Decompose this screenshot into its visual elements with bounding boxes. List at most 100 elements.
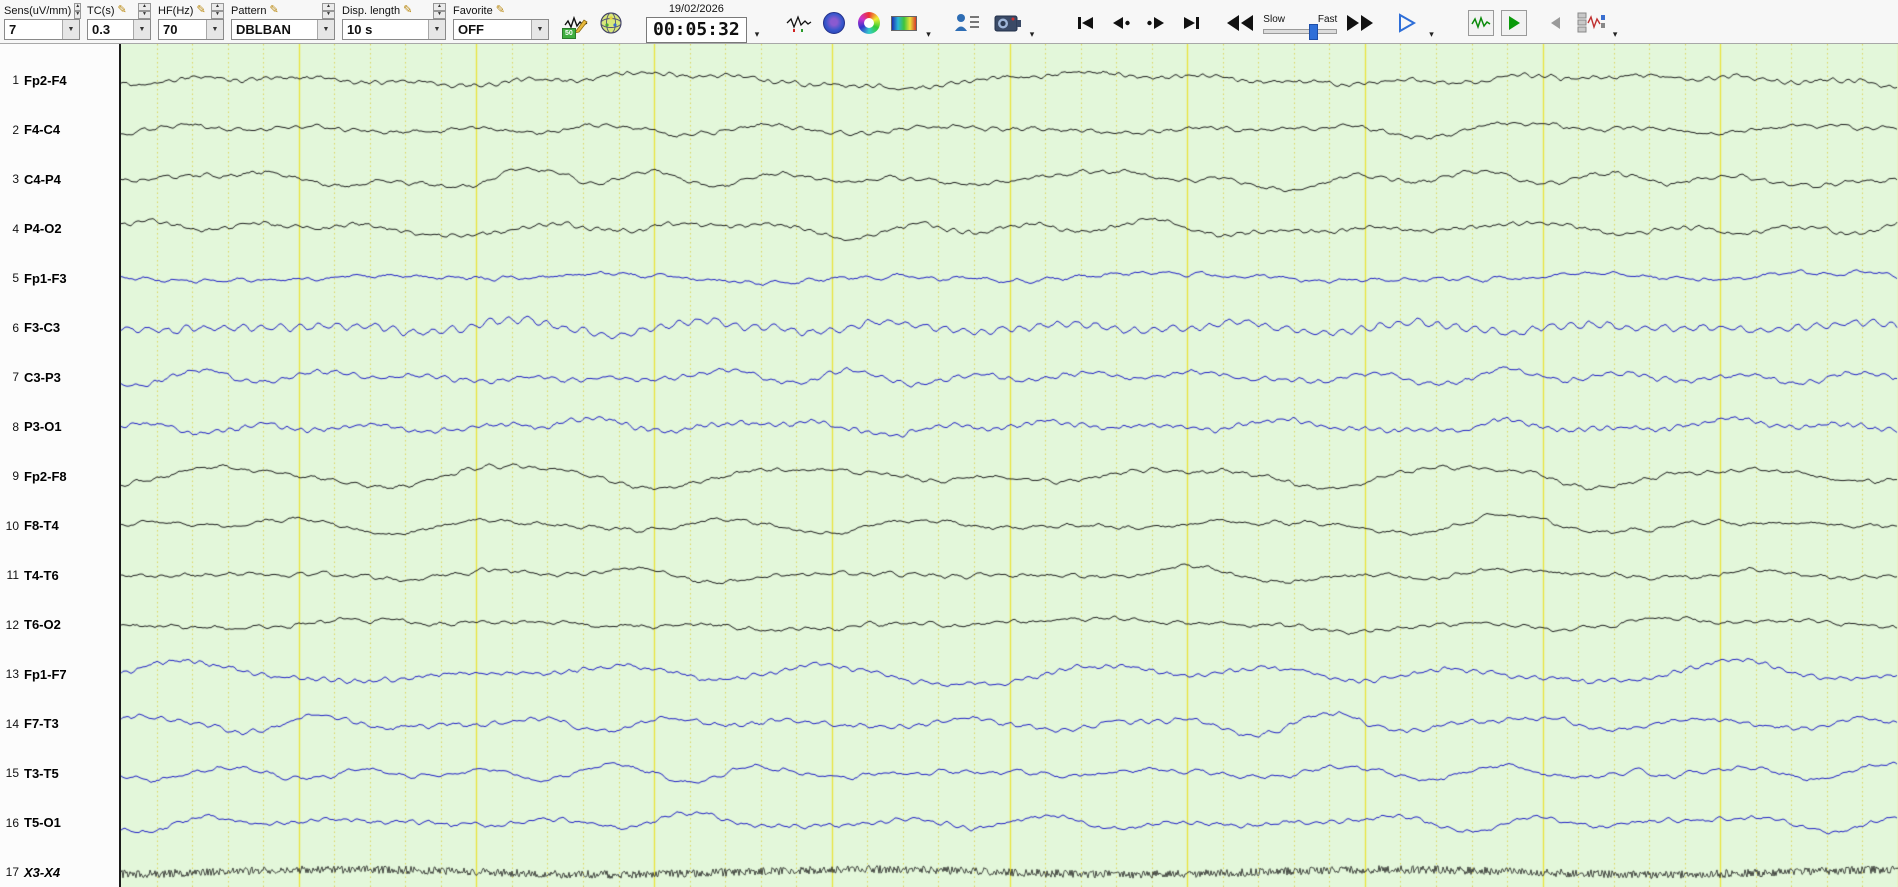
pattern-combobox[interactable]: DBLBAN ▼ bbox=[231, 19, 335, 40]
display-length-label: Disp. length bbox=[342, 4, 401, 17]
green-trace-button[interactable] bbox=[1467, 10, 1494, 36]
display-length-up-button[interactable]: ▲ bbox=[433, 2, 446, 11]
channel-row[interactable]: 12 T6-O2 bbox=[0, 617, 119, 633]
fast-label: Fast bbox=[1317, 14, 1338, 25]
edit-pencil-icon[interactable]: ✎ bbox=[496, 5, 505, 16]
channel-row[interactable]: 4 P4-O2 bbox=[0, 221, 119, 237]
channel-row[interactable]: 6 F3-C3 bbox=[0, 320, 119, 336]
edit-pencil-icon[interactable]: ✎ bbox=[196, 5, 205, 16]
favorite-combobox[interactable]: OFF ▼ bbox=[453, 19, 549, 40]
green-play-button[interactable] bbox=[1500, 10, 1527, 36]
sensitivity-combobox[interactable]: 7 ▼ bbox=[4, 19, 80, 40]
skip-to-end-button[interactable] bbox=[1177, 8, 1205, 38]
montage-caret[interactable]: ▾ bbox=[1613, 29, 1618, 43]
channel-row[interactable]: 2 F4-C4 bbox=[0, 122, 119, 138]
channel-row[interactable]: 1 Fp2-F4 bbox=[0, 72, 119, 88]
step-forward-button[interactable] bbox=[1142, 8, 1170, 38]
hf-spinner: ▲ ▼ bbox=[211, 2, 224, 19]
channel-row[interactable]: 11 T4-T6 bbox=[0, 567, 119, 583]
play-caret[interactable]: ▾ bbox=[1429, 29, 1434, 43]
channel-number: 9 bbox=[12, 469, 19, 483]
channel-row[interactable]: 13 Fp1-F7 bbox=[0, 666, 119, 682]
green-play-icon bbox=[1508, 16, 1520, 30]
channel-row[interactable]: 16 T5-O1 bbox=[0, 815, 119, 831]
montage-settings-icon bbox=[1577, 12, 1605, 33]
chevron-down-icon[interactable]: ▼ bbox=[531, 20, 548, 39]
brain-topography-button[interactable] bbox=[820, 8, 848, 38]
tc-up-button[interactable]: ▲ bbox=[138, 2, 151, 11]
rewind-button[interactable] bbox=[1226, 8, 1254, 38]
hf-up-button[interactable]: ▲ bbox=[211, 2, 224, 11]
hf-group: HF(Hz) ✎ ▲ ▼ 70 ▼ bbox=[158, 2, 224, 40]
tc-value: 0.3 bbox=[92, 22, 111, 37]
channel-label: F8-T4 bbox=[24, 518, 59, 533]
mini-eeg-button[interactable] bbox=[785, 8, 813, 38]
tc-down-button[interactable]: ▼ bbox=[138, 10, 151, 19]
channel-row[interactable]: 14 F7-T3 bbox=[0, 716, 119, 732]
fast-forward-button[interactable] bbox=[1346, 8, 1374, 38]
hf-combobox[interactable]: 70 ▼ bbox=[158, 19, 224, 40]
tc-combobox[interactable]: 0.3 ▼ bbox=[87, 19, 151, 40]
colormap-button[interactable] bbox=[890, 8, 918, 38]
chevron-down-icon[interactable]: ▼ bbox=[428, 20, 445, 39]
slow-label: Slow bbox=[1263, 14, 1285, 25]
video-camera-icon bbox=[994, 15, 1021, 32]
channel-label: P4-O2 bbox=[24, 221, 62, 236]
channel-row[interactable]: 15 T3-T5 bbox=[0, 765, 119, 781]
channel-number: 17 bbox=[5, 865, 19, 879]
color-wheel-button[interactable] bbox=[855, 8, 883, 38]
step-back-button[interactable] bbox=[1107, 8, 1135, 38]
step-back-icon bbox=[1113, 17, 1130, 29]
patient-info-button[interactable] bbox=[953, 8, 981, 38]
channel-number: 2 bbox=[12, 122, 19, 137]
channel-row[interactable]: 5 Fp1-F3 bbox=[0, 270, 119, 286]
montage-settings-button[interactable] bbox=[1577, 8, 1605, 38]
play-button[interactable] bbox=[1393, 8, 1421, 38]
video-caret[interactable]: ▾ bbox=[1030, 29, 1035, 43]
chevron-down-icon[interactable]: ▼ bbox=[206, 20, 223, 39]
favorite-value: OFF bbox=[458, 22, 484, 37]
sensitivity-value: 7 bbox=[9, 22, 17, 37]
green-trace-icon bbox=[1471, 15, 1491, 30]
fast-forward-icon bbox=[1347, 15, 1374, 31]
pattern-up-button[interactable]: ▲ bbox=[322, 2, 335, 11]
trace-area[interactable] bbox=[121, 44, 1898, 887]
electrode-map-button[interactable] bbox=[597, 8, 625, 38]
display-length-combobox[interactable]: 10 s ▼ bbox=[342, 19, 446, 40]
pattern-down-button[interactable]: ▼ bbox=[322, 10, 335, 19]
wave-edit-button[interactable]: 50 bbox=[562, 8, 590, 39]
channel-row[interactable]: 9 Fp2-F8 bbox=[0, 468, 119, 484]
chevron-down-icon[interactable]: ▼ bbox=[317, 20, 334, 39]
sensitivity-down-button[interactable]: ▼ bbox=[74, 10, 82, 19]
channel-row[interactable]: 10 F8-T4 bbox=[0, 518, 119, 534]
edit-pencil-icon[interactable]: ✎ bbox=[118, 5, 127, 16]
skip-to-start-button[interactable] bbox=[1072, 8, 1100, 38]
sensitivity-label: Sens(uV/mm) bbox=[4, 4, 72, 17]
edit-pencil-icon[interactable]: ✎ bbox=[269, 5, 278, 16]
speed-slider[interactable] bbox=[1263, 24, 1338, 40]
channel-row[interactable]: 8 P3-O1 bbox=[0, 419, 119, 435]
channel-number: 12 bbox=[5, 617, 19, 632]
chevron-down-icon[interactable]: ▼ bbox=[133, 20, 150, 39]
speed-slider-thumb[interactable] bbox=[1308, 24, 1318, 40]
chevron-down-icon[interactable]: ▼ bbox=[62, 20, 79, 39]
channel-row[interactable]: 3 C4-P4 bbox=[0, 171, 119, 187]
back-page-button[interactable] bbox=[1542, 8, 1570, 38]
pattern-label: Pattern bbox=[231, 4, 267, 17]
play-outline-icon bbox=[1399, 13, 1417, 33]
time-menu-caret[interactable]: ▾ bbox=[755, 29, 760, 43]
channel-row[interactable]: 17 X3-X4 bbox=[0, 864, 119, 880]
edit-pencil-icon[interactable]: ✎ bbox=[403, 5, 412, 16]
channel-label: Fp1-F3 bbox=[24, 270, 67, 286]
channel-number: 6 bbox=[12, 320, 19, 335]
sensitivity-up-button[interactable]: ▲ bbox=[74, 2, 82, 11]
video-button[interactable] bbox=[994, 8, 1022, 38]
hf-down-button[interactable]: ▼ bbox=[211, 10, 224, 19]
channel-label: T5-O1 bbox=[24, 815, 61, 830]
eeg-canvas[interactable] bbox=[121, 44, 1898, 887]
channel-row[interactable]: 7 C3-P3 bbox=[0, 369, 119, 385]
channel-label: F4-C4 bbox=[24, 122, 61, 137]
colormap-caret[interactable]: ▾ bbox=[926, 29, 931, 43]
display-length-down-button[interactable]: ▼ bbox=[433, 10, 446, 19]
back-triangle-icon bbox=[1550, 17, 1560, 29]
